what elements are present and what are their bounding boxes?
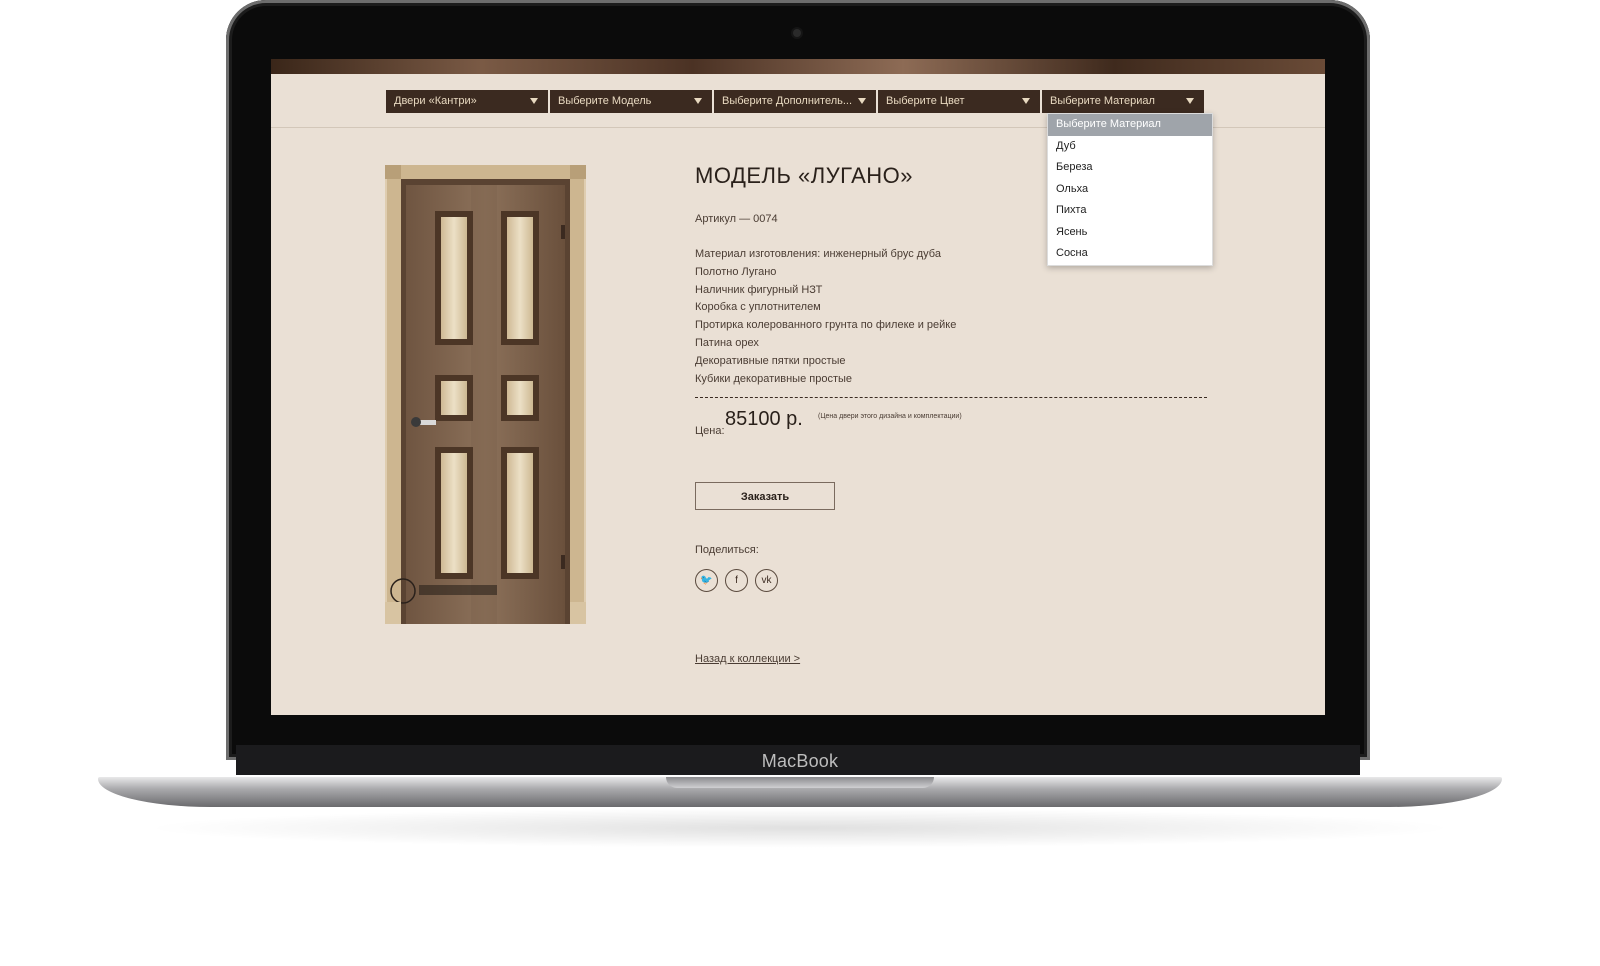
collection-select-label: Двери «Кантри» — [394, 95, 477, 107]
color-select[interactable]: Выберите Цвет — [878, 90, 1040, 113]
chevron-down-icon — [1022, 98, 1030, 104]
feature-item: Кубики декоративные простые — [695, 372, 853, 385]
door-illustration — [385, 165, 586, 624]
laptop-shadow — [140, 808, 1460, 848]
color-select-label: Выберите Цвет — [886, 95, 965, 107]
product-sku: Артикул — 0074 — [695, 213, 778, 225]
feature-item: Протирка колерованного грунта по филеке … — [695, 319, 957, 332]
twitter-icon[interactable]: 🐦 — [695, 569, 718, 592]
header-wood-banner — [271, 59, 1325, 74]
additional-select-label: Выберите Дополнитель... — [722, 95, 853, 107]
model-select-label: Выберите Модель — [558, 95, 652, 107]
dropdown-option[interactable]: Ольха — [1048, 179, 1212, 201]
dashed-divider — [695, 397, 1207, 398]
product-title: МОДЕЛЬ «ЛУГАНО» — [695, 163, 914, 188]
camera — [793, 29, 801, 37]
door-image — [385, 165, 586, 624]
collection-select[interactable]: Двери «Кантри» — [386, 90, 548, 113]
vk-icon[interactable]: vk — [755, 569, 778, 592]
chevron-down-icon — [694, 98, 702, 104]
laptop-brand: MacBook — [761, 751, 839, 771]
dropdown-option[interactable]: Пихта — [1048, 200, 1212, 222]
share-label: Поделиться: — [695, 544, 759, 556]
dropdown-option[interactable]: Береза — [1048, 157, 1212, 179]
chevron-down-icon — [530, 98, 538, 104]
facebook-icon[interactable]: f — [725, 569, 748, 592]
dropdown-option[interactable]: Дуб — [1048, 136, 1212, 158]
order-button[interactable]: Заказать — [695, 482, 835, 510]
feature-item: Коробка с уплотнителем — [695, 301, 821, 314]
chevron-down-icon — [858, 98, 866, 104]
feature-item: Наличник фигурный НЗТ — [695, 283, 823, 296]
dropdown-option[interactable]: Выберите Материал — [1048, 114, 1212, 136]
filter-bar: Двери «Кантри» Выберите Модель Выберите … — [386, 90, 1204, 113]
feature-item: Материал изготовления: инженерный брус д… — [695, 248, 941, 260]
price-label: Цена: — [695, 425, 725, 437]
back-to-collection-link[interactable]: Назад к коллекции > — [695, 653, 800, 665]
material-select[interactable]: Выберите Материал — [1042, 90, 1204, 113]
screen: Двери «Кантри» Выберите Модель Выберите … — [271, 59, 1325, 715]
additional-select[interactable]: Выберите Дополнитель... — [714, 90, 876, 113]
feature-item: Декоративные пятки простые — [695, 354, 846, 367]
chevron-down-icon — [1186, 98, 1194, 104]
dropdown-option[interactable]: Сосна — [1048, 243, 1212, 265]
model-select[interactable]: Выберите Модель — [550, 90, 712, 113]
material-select-label: Выберите Материал — [1050, 95, 1155, 107]
social-links: 🐦 f vk — [695, 569, 778, 592]
material-dropdown: Выберите Материал Дуб Береза Ольха Пихта… — [1047, 113, 1213, 266]
dropdown-option[interactable]: Ясень — [1048, 222, 1212, 244]
price-note: (Цена двери этого дизайна и комплектации… — [818, 413, 962, 420]
feature-item: Патина орех — [695, 336, 759, 349]
feature-list: Материал изготовления: инженерный брус д… — [695, 246, 956, 388]
price-value: 85100 р. — [725, 408, 803, 430]
feature-item: Полотно Лугано — [695, 265, 777, 278]
laptop-notch — [666, 777, 934, 788]
